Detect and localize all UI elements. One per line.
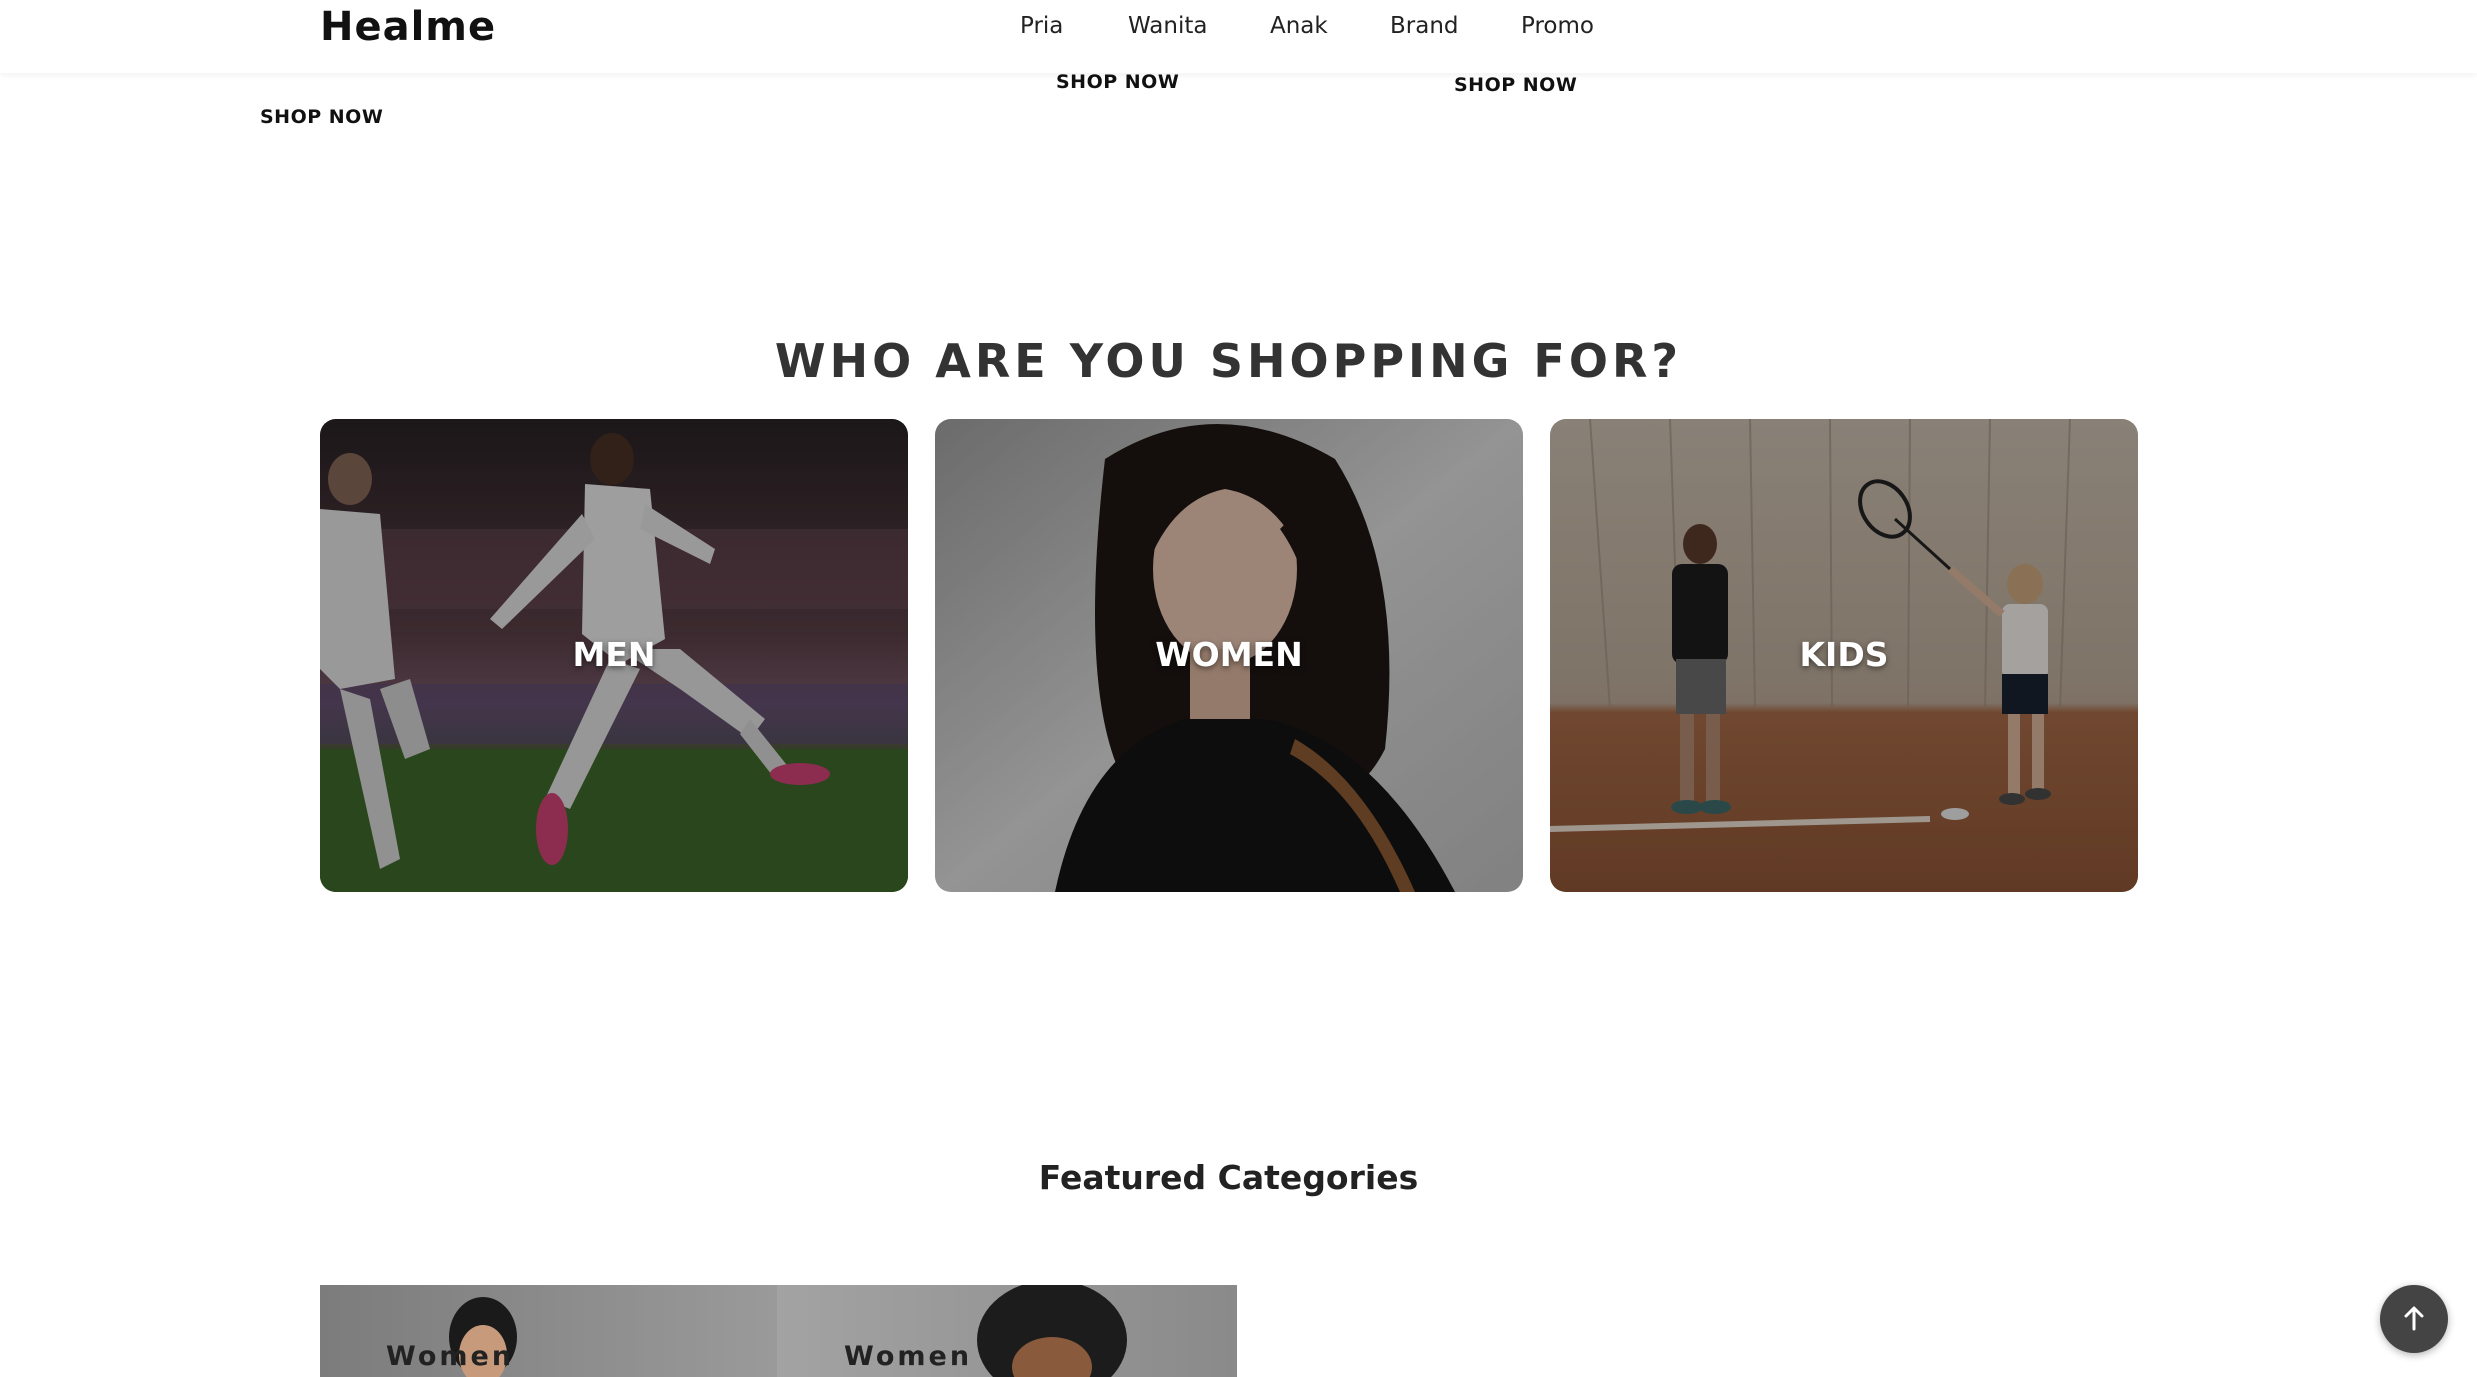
category-card-men[interactable]: MEN	[320, 419, 908, 892]
featured-tile-label: Women	[386, 1341, 515, 1372]
nav-item-anak[interactable]: Anak	[1270, 13, 1328, 39]
page: Healme Pria Wanita Anak Brand Promo SHOP…	[0, 0, 2477, 1377]
nav-item-wanita[interactable]: Wanita	[1128, 13, 1207, 39]
card-label-women: WOMEN	[1155, 635, 1303, 674]
card-label-kids: KIDS	[1799, 635, 1889, 674]
featured-tile-women[interactable]: Women	[320, 1285, 777, 1377]
arrow-up-icon	[2404, 1306, 2424, 1331]
featured-categories-title: Featured Categories	[1038, 1158, 1419, 1197]
nav-item-pria[interactable]: Pria	[1020, 13, 1063, 39]
category-card-women[interactable]: WOMEN	[935, 419, 1523, 892]
shop-now-link[interactable]: SHOP NOW	[1056, 71, 1179, 93]
featured-tile-women[interactable]: Women	[777, 1285, 1237, 1377]
nav-item-promo[interactable]: Promo	[1521, 13, 1594, 39]
back-to-top-button[interactable]	[2380, 1285, 2448, 1353]
site-header: Healme Pria Wanita Anak Brand Promo	[0, 0, 2477, 73]
category-card-kids[interactable]: KIDS	[1550, 419, 2138, 892]
shopping-for-title: WHO ARE YOU SHOPPING FOR?	[774, 334, 1683, 388]
shop-now-link[interactable]: SHOP NOW	[260, 106, 383, 128]
nav-item-brand[interactable]: Brand	[1390, 13, 1459, 39]
featured-tile-label: Women	[844, 1341, 973, 1372]
card-label-men: MEN	[572, 635, 656, 674]
shop-now-link[interactable]: SHOP NOW	[1454, 74, 1577, 96]
site-logo[interactable]: Healme	[320, 4, 496, 50]
